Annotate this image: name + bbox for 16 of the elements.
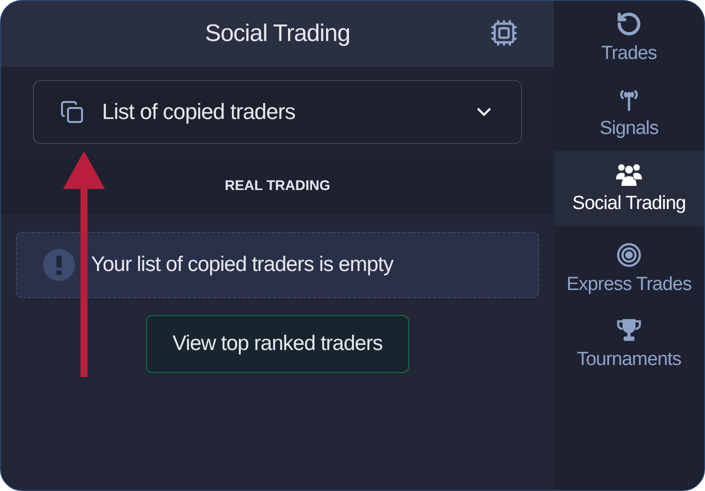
sidebar-item[interactable]: Social Trading [554, 151, 704, 226]
target-icon [616, 242, 642, 268]
history-icon [616, 11, 642, 37]
sidebar-item[interactable]: Tournaments [554, 307, 704, 382]
sidebar-item[interactable]: Signals [554, 76, 704, 151]
sidebar-item[interactable]: Express Trades [554, 226, 704, 307]
copy-icon [60, 100, 84, 124]
exclamation-icon [43, 249, 75, 281]
traders-dropdown[interactable]: List of copied traders [33, 80, 522, 144]
section-label: REAL TRADING [224, 176, 330, 194]
trophy-icon [616, 317, 642, 343]
panel-title: Social Trading [204, 19, 350, 49]
view-top-traders-button[interactable]: View top ranked traders [146, 315, 410, 373]
sidebar-item[interactable]: Trades [554, 1, 704, 76]
notice-text: Your list of copied traders is empty [91, 252, 394, 278]
chip-icon [490, 19, 518, 47]
